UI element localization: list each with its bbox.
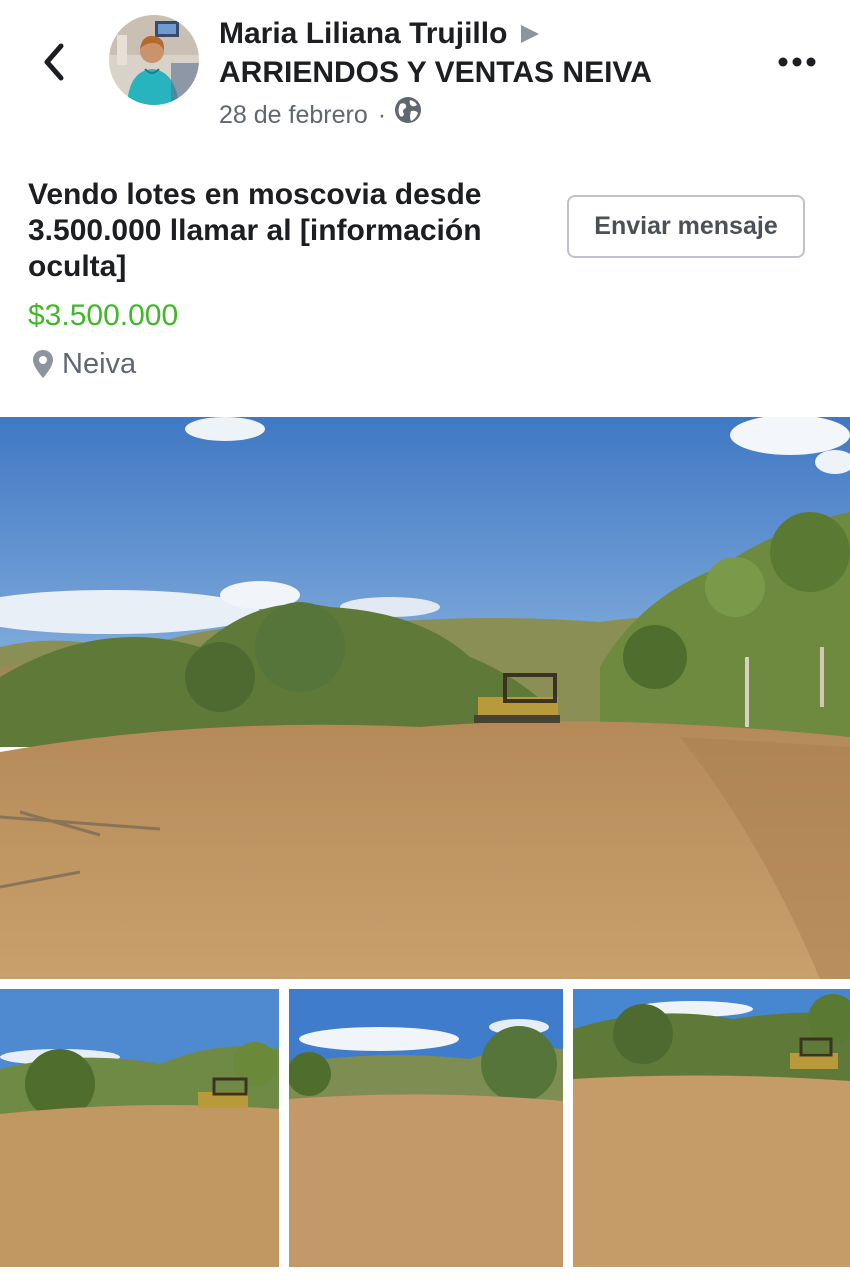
- author-line: Maria Liliana Trujillo: [219, 16, 541, 52]
- meta-separator: ·: [377, 100, 387, 129]
- photo-thumbnail[interactable]: [0, 989, 279, 1267]
- globe-icon: [394, 96, 422, 133]
- send-message-button[interactable]: Enviar mensaje: [567, 195, 805, 258]
- main-photo[interactable]: [0, 417, 850, 979]
- map-pin-icon: [32, 349, 54, 379]
- post-date[interactable]: 28 de febrero: [219, 98, 368, 132]
- avatar[interactable]: [109, 15, 199, 105]
- group-name[interactable]: ARRIENDOS Y VENTAS NEIVA: [219, 55, 652, 91]
- listing-title: Vendo lotes en moscovia desde 3.500.000 …: [28, 178, 482, 283]
- listing-location: Neiva: [32, 345, 136, 383]
- more-options-button[interactable]: [772, 45, 822, 79]
- location-name: Neiva: [62, 348, 137, 380]
- back-button[interactable]: [34, 40, 74, 84]
- photo-thumbnail[interactable]: [573, 989, 850, 1267]
- play-arrow-icon: [519, 23, 541, 45]
- author-name[interactable]: Maria Liliana Trujillo: [219, 16, 507, 52]
- post-meta: 28 de febrero ·: [219, 96, 422, 133]
- post-header: Maria Liliana Trujillo ARRIENDOS Y VENTA…: [0, 0, 850, 150]
- chevron-left-icon: [44, 43, 64, 81]
- more-horizontal-icon: [778, 57, 816, 67]
- photo-thumbnail[interactable]: [289, 989, 563, 1267]
- listing-price: $3.500.000: [28, 299, 179, 332]
